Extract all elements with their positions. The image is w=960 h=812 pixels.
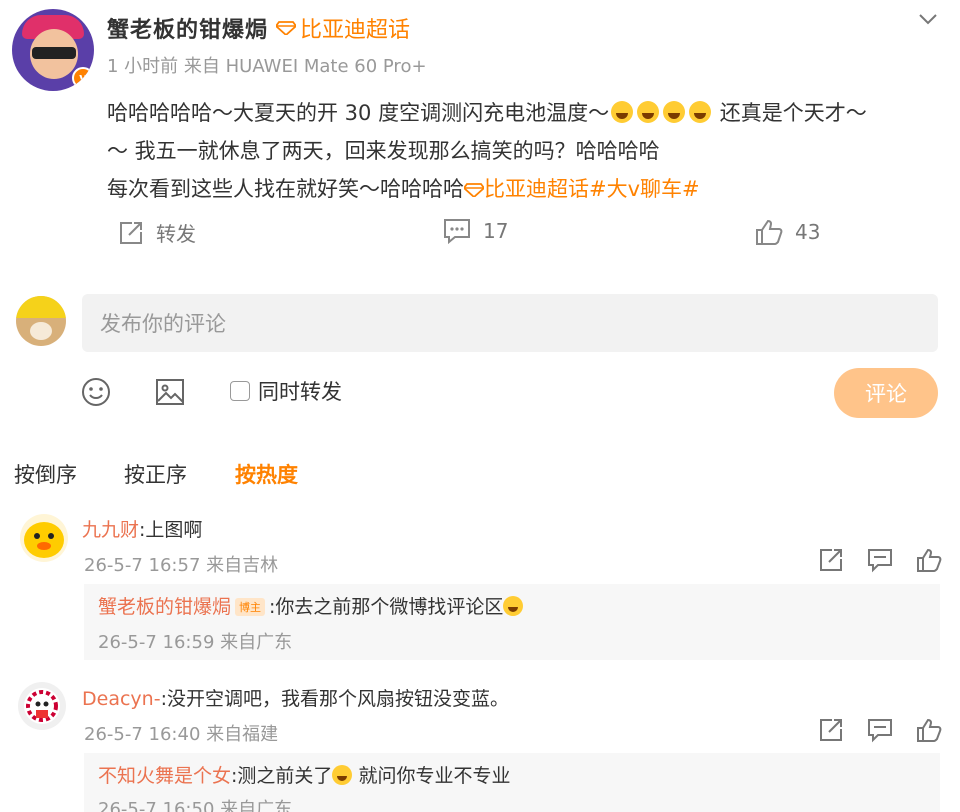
supertopic-tag[interactable]: 比亚迪超话 <box>276 12 410 44</box>
reply-box: 蟹老板的钳爆焗 博主:你去之前那个微博找评论区 26-5-7 16:59 来自广东 <box>84 584 940 660</box>
post-line-3: 每次看到这些人找在就好笑～哈哈哈哈 比亚迪超话#大v聊车# <box>107 170 947 208</box>
thumbs-up-icon[interactable] <box>916 547 942 573</box>
comment-count: 17 <box>483 219 509 243</box>
reply-time: 26-5-7 16:59 来自广东 <box>98 632 293 653</box>
laugh-emoji-icon <box>611 101 634 123</box>
post-line-1: 哈哈哈哈哈～大夏天的开 30 度空调测闪充电池温度～ 还真是个天才～ <box>107 94 947 132</box>
reply-line: 不知火舞是个女:测之前关了 就问你专业不专业 <box>98 761 510 788</box>
reply-icon[interactable] <box>867 717 893 743</box>
commenter-name[interactable]: Deacyn- <box>82 688 161 710</box>
reply-time: 26-5-7 16:50 来自广东 <box>98 799 293 812</box>
comment-time: 26-5-7 16:40 来自福建 <box>84 724 279 745</box>
verified-badge-icon: v <box>72 67 94 89</box>
thumbs-up-icon <box>756 219 783 245</box>
post-body: 哈哈哈哈哈～大夏天的开 30 度空调测闪充电池温度～ 还真是个天才～ ～ 我五一… <box>107 94 947 208</box>
comment-text: :上图啊 <box>139 519 203 541</box>
diamond-icon <box>276 21 296 35</box>
chevron-down-icon[interactable] <box>916 10 940 28</box>
submit-comment-button[interactable]: 评论 <box>834 368 938 418</box>
reply-text: :你去之前那个微博找评论区 <box>269 596 504 618</box>
commenter-avatar[interactable] <box>18 682 66 730</box>
reply-author-name[interactable]: 不知火舞是个女 <box>98 765 231 787</box>
author-avatar[interactable]: v <box>12 9 94 91</box>
repost-icon[interactable] <box>818 717 844 743</box>
reply-icon[interactable] <box>867 547 893 573</box>
comment-input[interactable]: 发布你的评论 <box>82 294 938 352</box>
like-count: 43 <box>795 220 821 244</box>
tab-sort-hot[interactable]: 按热度 <box>235 459 298 489</box>
hashtag-link[interactable]: #大v聊车# <box>589 177 700 201</box>
supertopic-label: 比亚迪超话 <box>300 18 411 43</box>
reply-author-name[interactable]: 蟹老板的钳爆焗 <box>98 596 231 618</box>
also-repost-label: 同时转发 <box>258 380 342 404</box>
laugh-emoji-icon <box>503 596 524 616</box>
like-button[interactable]: 43 <box>755 218 820 246</box>
comment-line: 九九财:上图啊 <box>82 515 202 542</box>
emoji-icon[interactable] <box>80 376 112 408</box>
repost-icon[interactable] <box>818 547 844 573</box>
comment-line: Deacyn-:没开空调吧，我看那个风扇按钮没变蓝。 <box>82 684 509 711</box>
also-repost-option[interactable]: 同时转发 <box>230 376 342 406</box>
tab-sort-asc[interactable]: 按正序 <box>124 459 187 489</box>
post-text: 哈哈哈哈哈～大夏天的开 30 度空调测闪充电池温度～ <box>107 101 610 125</box>
reply-text: 就问你专业不专业 <box>352 765 511 787</box>
post-text: 每次看到这些人找在就好笑～哈哈哈哈 <box>107 177 464 201</box>
diamond-icon <box>464 183 484 197</box>
repost-label: 转发 <box>156 222 196 246</box>
comment-button[interactable]: 17 <box>443 218 508 244</box>
reply-text: :测之前关了 <box>231 765 333 787</box>
laugh-emoji-icon <box>637 101 660 123</box>
inline-supertopic-link[interactable]: 比亚迪超话 <box>464 177 589 201</box>
smirk-emoji-icon <box>332 765 353 785</box>
also-repost-checkbox[interactable] <box>230 381 250 401</box>
commenter-name[interactable]: 九九财 <box>82 519 139 541</box>
thumbs-up-icon[interactable] <box>916 717 942 743</box>
reply-line: 蟹老板的钳爆焗 博主:你去之前那个微博找评论区 <box>98 592 524 619</box>
comment-icon <box>444 219 470 244</box>
post-meta: 1 小时前 来自 HUAWEI Mate 60 Pro+ <box>107 56 427 77</box>
post-line-2: ～ 我五一就休息了两天，回来发现那么搞笑的吗？哈哈哈哈 <box>107 139 660 163</box>
my-avatar <box>16 296 66 346</box>
repost-icon <box>120 221 142 244</box>
repost-button[interactable]: 转发 <box>118 218 196 247</box>
laugh-emoji-icon <box>663 101 686 123</box>
post-author-name[interactable]: 蟹老板的钳爆焗 <box>107 12 268 44</box>
image-icon[interactable] <box>154 376 186 408</box>
commenter-avatar[interactable] <box>20 514 68 562</box>
reply-box: 不知火舞是个女:测之前关了 就问你专业不专业 26-5-7 16:50 来自广东 <box>84 753 940 812</box>
post-text: 还真是个天才～ <box>713 101 867 125</box>
laugh-emoji-icon <box>689 101 712 123</box>
comment-text: :没开空调吧，我看那个风扇按钮没变蓝。 <box>160 688 509 710</box>
tab-sort-desc[interactable]: 按倒序 <box>14 459 77 489</box>
host-badge: 博主 <box>235 598 266 616</box>
comment-time: 26-5-7 16:57 来自吉林 <box>84 555 279 576</box>
